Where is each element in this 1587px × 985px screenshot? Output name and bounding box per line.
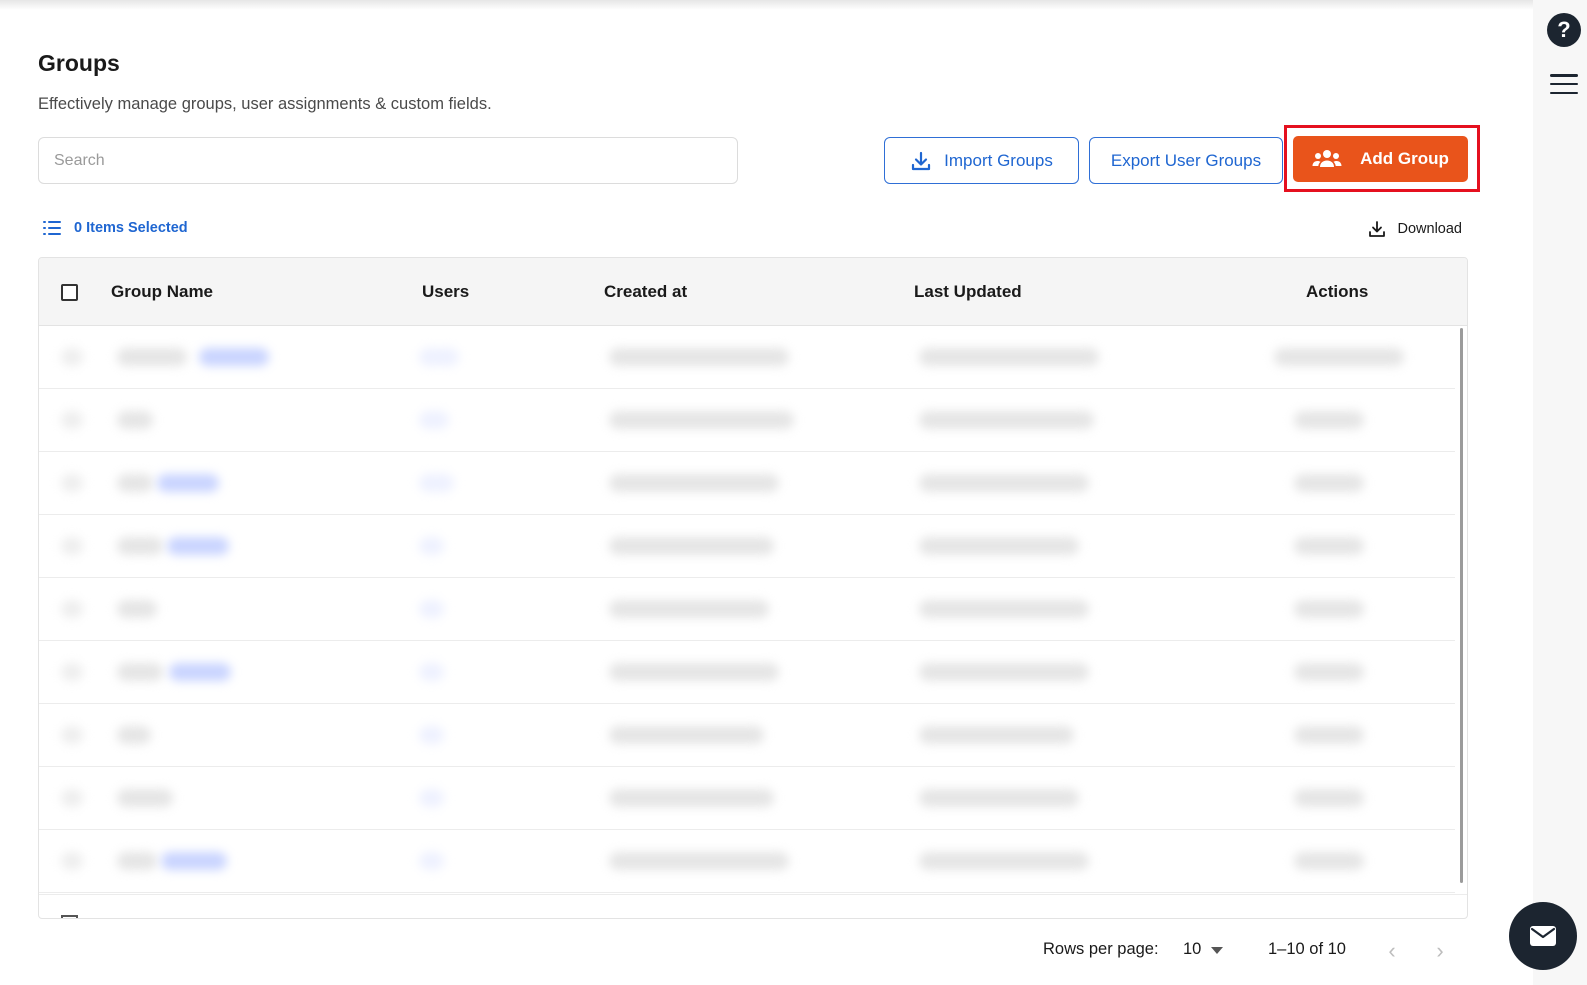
table-row[interactable]: [39, 515, 1455, 578]
export-user-groups-label: Export User Groups: [1110, 150, 1262, 170]
mail-button[interactable]: [1509, 902, 1577, 970]
download-label: Download: [1397, 221, 1463, 237]
export-user-groups-button[interactable]: Export User Groups: [1089, 137, 1283, 184]
list-icon: [43, 221, 61, 235]
page-subtitle: Effectively manage groups, user assignme…: [38, 95, 492, 113]
next-row-checkbox[interactable]: [61, 915, 78, 918]
table-row[interactable]: [39, 767, 1455, 830]
table-row[interactable]: [39, 326, 1455, 389]
rows-per-page-value: 10: [1183, 940, 1202, 958]
add-group-button[interactable]: Add Group: [1293, 136, 1468, 182]
question-mark-icon: ?: [1557, 17, 1571, 42]
table-body: [39, 326, 1467, 896]
hamburger-menu-icon[interactable]: [1550, 74, 1578, 94]
rows-per-page-select[interactable]: 10: [1183, 940, 1224, 959]
add-group-label: Add Group: [1360, 149, 1449, 168]
download-button[interactable]: Download: [1368, 220, 1463, 238]
envelope-icon: [1530, 926, 1556, 946]
table-divider: [39, 894, 1467, 895]
search-input[interactable]: [38, 137, 738, 184]
help-button[interactable]: ?: [1547, 13, 1581, 47]
import-groups-button[interactable]: Import Groups: [884, 137, 1079, 184]
column-users[interactable]: Users: [422, 258, 469, 326]
caret-down-icon: [1211, 946, 1224, 954]
top-shadow: [0, 0, 1533, 10]
column-actions: Actions: [1306, 282, 1369, 301]
table-row[interactable]: [39, 641, 1455, 704]
chevron-left-icon: ‹: [1388, 938, 1396, 963]
pagination-range: 1–10 of 10: [1268, 940, 1346, 958]
table-row[interactable]: [39, 452, 1455, 515]
table-row[interactable]: [39, 704, 1455, 767]
previous-page-button[interactable]: ‹: [1380, 937, 1404, 965]
download-tray-icon: [1368, 221, 1385, 237]
rows-per-page-label: Rows per page:: [1043, 940, 1159, 958]
column-created-at[interactable]: Created at: [604, 258, 687, 326]
select-all-checkbox[interactable]: [61, 258, 78, 326]
table-scrollbar[interactable]: [1460, 328, 1463, 883]
table-header: Group Name Users Created at Last Updated…: [39, 258, 1467, 326]
items-selected[interactable]: 0 Items Selected: [42, 220, 188, 236]
download-tray-icon: [912, 151, 931, 170]
groups-table: Group Name Users Created at Last Updated…: [38, 257, 1468, 919]
column-last-updated[interactable]: Last Updated: [914, 258, 1022, 326]
page-title: Groups: [38, 50, 120, 76]
items-selected-label: 0 Items Selected: [74, 220, 188, 236]
column-group-name[interactable]: Group Name: [111, 258, 213, 326]
import-groups-label: Import Groups: [944, 150, 1053, 170]
chevron-right-icon: ›: [1436, 938, 1444, 963]
right-rail: ?: [1533, 0, 1587, 985]
table-row[interactable]: [39, 830, 1455, 893]
next-page-button[interactable]: ›: [1428, 937, 1452, 965]
table-row[interactable]: [39, 389, 1455, 452]
users-group-icon: [1312, 150, 1342, 167]
table-row[interactable]: [39, 578, 1455, 641]
